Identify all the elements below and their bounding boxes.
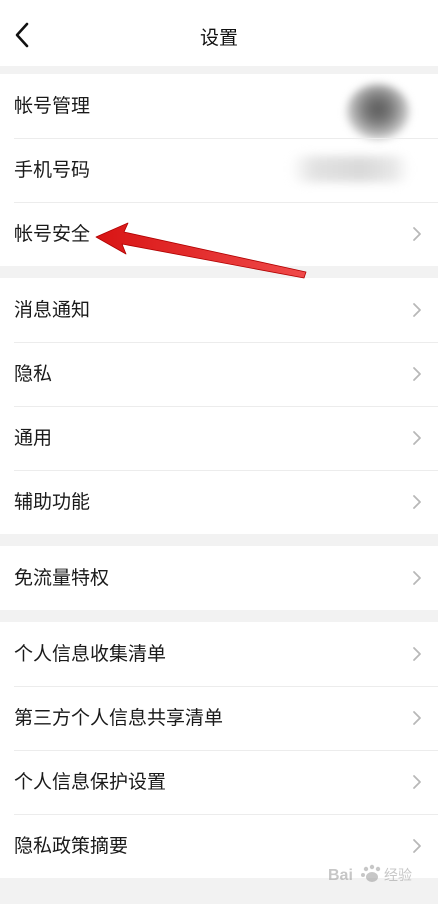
top-bar: 设置	[0, 0, 438, 66]
chevron-right-icon	[413, 367, 421, 381]
chevron-right-icon	[413, 227, 421, 241]
chevron-right-icon	[413, 495, 421, 509]
settings-item-label: 个人信息保护设置	[14, 771, 167, 793]
page-title: 设置	[199, 27, 238, 49]
settings-item-phone-number[interactable]: 手机号码	[0, 138, 438, 202]
chevron-right-icon	[413, 839, 421, 853]
settings-group-data: 免流量特权	[0, 546, 438, 610]
chevron-right-icon	[413, 711, 421, 725]
svg-text:经验: 经验	[384, 868, 412, 884]
settings-item-free-data[interactable]: 免流量特权	[0, 546, 438, 610]
svg-text:Bai: Bai	[328, 867, 353, 884]
settings-item-label: 第三方个人信息共享清单	[14, 707, 224, 729]
settings-item-account-security[interactable]: 帐号安全	[0, 202, 438, 266]
chevron-right-icon	[413, 647, 421, 661]
settings-item-label: 隐私政策摘要	[14, 835, 129, 857]
settings-group-general: 消息通知 隐私 通用 辅助功能	[0, 278, 438, 534]
chevron-right-icon	[413, 775, 421, 789]
settings-page: 设置 帐号管理 手机号码 帐号安全 消息通知 隐私 通用 辅助功能 免流量特权 …	[0, 0, 438, 904]
settings-group-personal-info: 个人信息收集清单 第三方个人信息共享清单 个人信息保护设置 隐私政策摘要	[0, 622, 438, 878]
settings-item-privacy[interactable]: 隐私	[0, 342, 438, 406]
settings-group-account: 帐号管理 手机号码 帐号安全	[0, 74, 438, 266]
phone-number-value	[290, 156, 410, 182]
settings-item-label: 手机号码	[14, 159, 91, 181]
chevron-right-icon	[413, 431, 421, 445]
settings-item-account-management[interactable]: 帐号管理	[0, 74, 438, 140]
settings-item-info-protection[interactable]: 个人信息保护设置	[0, 750, 438, 814]
settings-item-label: 个人信息收集清单	[14, 643, 167, 665]
settings-item-label: 帐号安全	[14, 223, 91, 245]
avatar	[346, 84, 410, 140]
settings-item-label: 辅助功能	[14, 491, 91, 513]
settings-item-personal-info-list[interactable]: 个人信息收集清单	[0, 622, 438, 686]
chevron-right-icon	[413, 571, 421, 585]
settings-item-label: 隐私	[14, 363, 53, 385]
settings-item-label: 帐号管理	[14, 95, 91, 117]
baidu-watermark-logo: Bai 经验	[328, 864, 412, 884]
settings-item-notifications[interactable]: 消息通知	[0, 278, 438, 342]
settings-item-third-party-sharing[interactable]: 第三方个人信息共享清单	[0, 686, 438, 750]
settings-item-general[interactable]: 通用	[0, 406, 438, 470]
settings-item-label: 通用	[14, 427, 53, 449]
settings-item-label: 免流量特权	[14, 567, 110, 589]
settings-item-accessibility[interactable]: 辅助功能	[0, 470, 438, 534]
chevron-right-icon	[413, 303, 421, 317]
settings-item-label: 消息通知	[14, 299, 91, 321]
